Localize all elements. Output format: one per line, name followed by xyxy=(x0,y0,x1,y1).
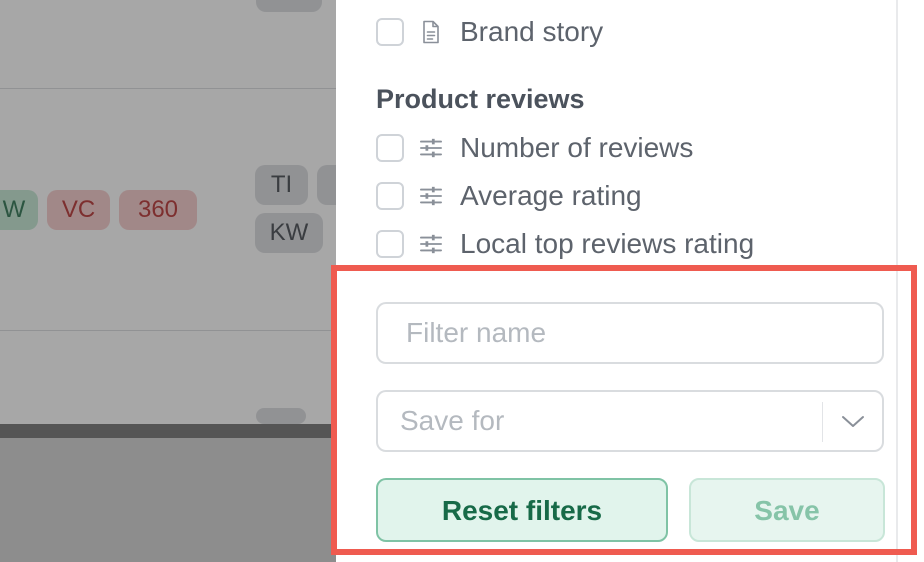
filter-name-input[interactable] xyxy=(378,304,866,362)
filter-option-label: Average rating xyxy=(460,180,642,211)
reset-filters-button[interactable]: Reset filters xyxy=(376,478,668,542)
filter-option-label: Brand story xyxy=(460,16,604,47)
filter-option-local-top-reviews-rating[interactable]: Local top reviews rating xyxy=(376,228,754,260)
filter-option-brand-story[interactable]: Brand story xyxy=(376,16,603,48)
checkbox[interactable] xyxy=(376,134,404,162)
checkbox[interactable] xyxy=(376,18,404,46)
checkbox[interactable] xyxy=(376,230,404,258)
filter-name-field[interactable] xyxy=(376,302,884,364)
sliders-icon xyxy=(420,136,442,160)
modal-overlay[interactable] xyxy=(0,0,336,562)
select-separator xyxy=(822,402,823,442)
chevron-down-icon[interactable] xyxy=(840,410,866,432)
save-for-placeholder: Save for xyxy=(400,405,505,436)
filter-option-label: Number of reviews xyxy=(460,132,694,163)
sliders-icon xyxy=(420,232,442,256)
save-button[interactable]: Save xyxy=(689,478,885,542)
sliders-icon xyxy=(420,184,442,208)
document-icon xyxy=(420,20,442,44)
filter-option-number-of-reviews[interactable]: Number of reviews xyxy=(376,132,693,164)
filter-option-label: Local top reviews rating xyxy=(460,228,755,259)
filter-option-average-rating[interactable]: Average rating xyxy=(376,180,642,212)
section-title-product-reviews: Product reviews xyxy=(376,84,585,114)
checkbox[interactable] xyxy=(376,182,404,210)
save-for-select[interactable]: Save for xyxy=(376,390,884,452)
